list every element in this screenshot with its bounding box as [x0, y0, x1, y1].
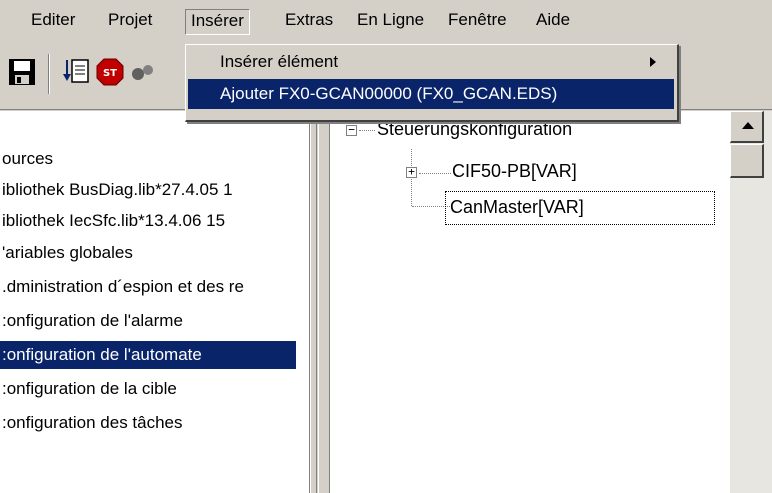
object-tree-panel: ources ibliothek BusDiag.lib*27.4.05 1 i… [0, 111, 310, 493]
tree-item[interactable]: :onfiguration de la cible [0, 375, 300, 403]
up-arrow-icon [742, 122, 754, 129]
tree-item-selected[interactable]: :onfiguration de l'automate [0, 341, 296, 369]
download-icon[interactable] [60, 56, 92, 88]
menu-aide[interactable]: Aide [531, 9, 575, 35]
menu-item-ajouter-fx0-gcan[interactable]: Ajouter FX0-GCAN00000 (FX0_GCAN.EDS) [188, 79, 674, 109]
menu-bar: Editer Projet Insérer Extras En Ligne Fe… [0, 0, 772, 38]
toolbar-separator [48, 54, 50, 94]
submenu-arrow-icon [650, 57, 656, 67]
menu-extras[interactable]: Extras [280, 9, 338, 35]
insert-menu-dropdown: Insérer élément Ajouter FX0-GCAN00000 (F… [185, 44, 679, 122]
save-icon[interactable] [6, 56, 38, 88]
tool-icon[interactable] [128, 56, 160, 88]
tree-node-label[interactable]: CanMaster[VAR] [450, 197, 584, 218]
menu-projet[interactable]: Projet [103, 9, 157, 35]
svg-text:ST: ST [103, 68, 117, 79]
tree-root-label[interactable]: Steuerungskonfiguration [377, 119, 572, 140]
stop-icon[interactable]: ST [94, 56, 126, 88]
collapse-icon[interactable]: − [346, 124, 357, 136]
menu-inserer[interactable]: Insérer [185, 9, 250, 35]
tree-item[interactable]: .dministration d´espion et des re [0, 273, 300, 301]
menu-item-inserer-element[interactable]: Insérer élément [188, 47, 674, 77]
tree-item[interactable]: ources [0, 145, 300, 173]
tree-node-label[interactable]: CIF50-PB[VAR] [452, 161, 577, 182]
expand-icon[interactable]: + [406, 166, 417, 178]
tree-item[interactable]: :onfiguration de l'alarme [0, 307, 300, 335]
tree-item[interactable]: ibliothek BusDiag.lib*27.4.05 1 [0, 176, 300, 204]
menu-fenetre[interactable]: Fenêtre [443, 9, 512, 35]
menu-item-label: Insérer élément [220, 52, 339, 71]
tree-item[interactable]: ibliothek IecSfc.lib*13.4.06 15 [0, 207, 300, 235]
tree-connector [419, 173, 451, 174]
tree-item[interactable]: 'ariables globales [0, 239, 300, 267]
splitter-grip [316, 111, 319, 493]
pane-splitter[interactable] [310, 111, 330, 493]
menu-editer[interactable]: Editer [26, 9, 80, 35]
vertical-scrollbar[interactable] [730, 111, 772, 493]
tree-item[interactable]: :onfiguration des tâches [0, 409, 300, 437]
config-tree-panel: − Steuerungskonfiguration + CIF50-PB[VAR… [330, 111, 730, 493]
scroll-up-button[interactable] [730, 111, 764, 143]
menu-item-label: Ajouter FX0-GCAN00000 (FX0_GCAN.EDS) [220, 84, 558, 103]
menu-en-ligne[interactable]: En Ligne [352, 9, 429, 35]
scroll-thumb[interactable] [730, 144, 764, 178]
tree-connector [359, 130, 375, 131]
